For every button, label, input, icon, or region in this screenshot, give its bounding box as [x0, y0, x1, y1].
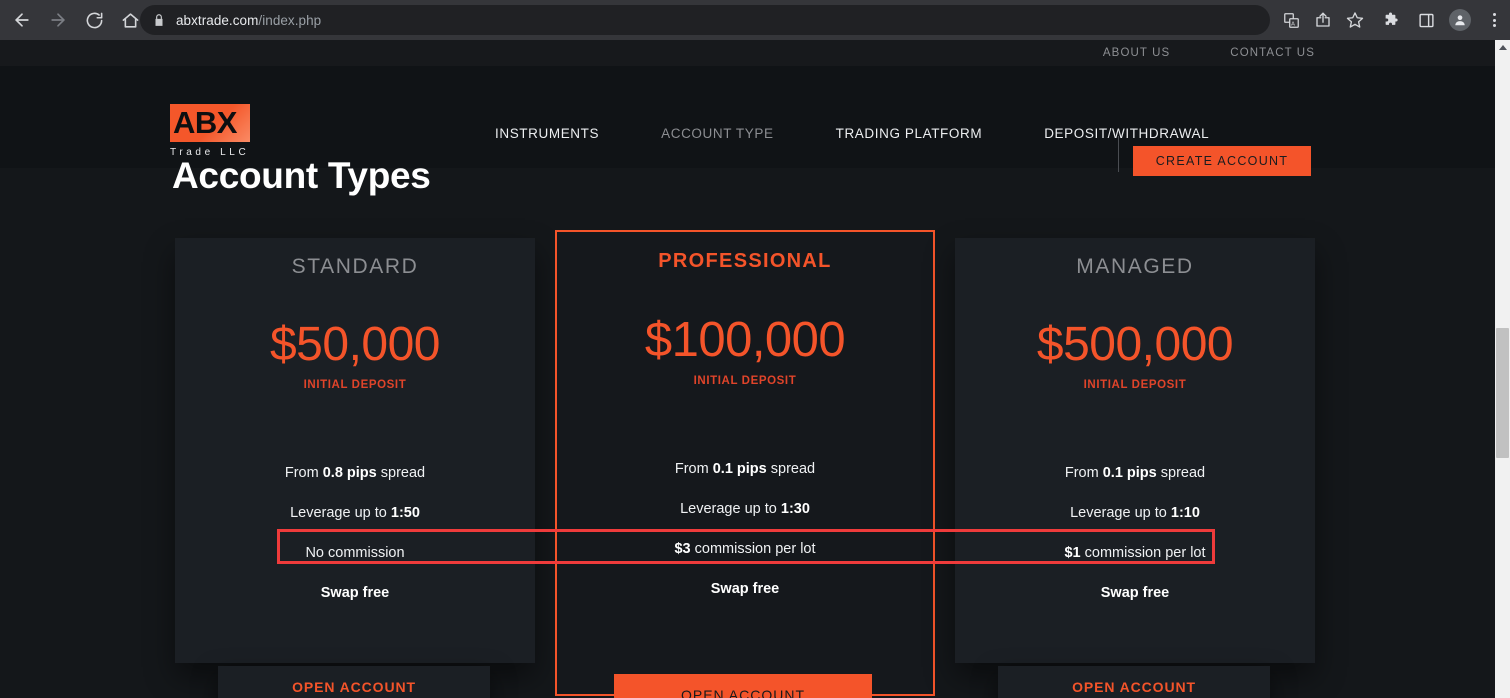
- back-button[interactable]: [4, 2, 40, 38]
- page-viewport: ABOUT US CONTACT US ABX Trade LLC INSTRU…: [0, 40, 1495, 698]
- feature-commission: $3 commission per lot: [557, 529, 933, 569]
- url-path: /index.php: [258, 12, 322, 28]
- feature-leverage: Leverage up to 1:50: [175, 493, 535, 533]
- feature-strong: 0.8 pips: [322, 465, 377, 481]
- feature-pre: No commission: [305, 545, 405, 561]
- card-title-standard: STANDARD: [291, 255, 419, 278]
- feature-spread: From 0.1 pips spread: [955, 453, 1315, 493]
- pricing-cards: STANDARD $50,000 INITIAL DEPOSIT From 0.…: [0, 40, 1495, 698]
- open-account-button-professional[interactable]: OPEN ACCOUNT: [614, 674, 872, 698]
- navigation-buttons: [0, 2, 148, 38]
- puzzle-icon: [1385, 12, 1398, 25]
- translate-icon: A: [1283, 12, 1299, 28]
- open-account-button-standard[interactable]: OPEN ACCOUNT: [218, 666, 490, 698]
- side-panel-button[interactable]: [1409, 5, 1443, 35]
- feature-leverage: Leverage up to 1:10: [955, 493, 1315, 533]
- card-price-sub-managed: INITIAL DEPOSIT: [1083, 379, 1187, 391]
- feature-strong: Swap free: [1100, 585, 1170, 601]
- feature-pre: From: [1064, 465, 1103, 481]
- card-price-professional: $100,000: [644, 313, 846, 367]
- scroll-up-button[interactable]: [1495, 40, 1510, 54]
- feature-post: commission per lot: [1080, 545, 1206, 561]
- card-price-sub-professional: INITIAL DEPOSIT: [693, 375, 797, 387]
- card-title-managed: MANAGED: [1076, 255, 1194, 278]
- pricing-card-professional: PROFESSIONAL $100,000 INITIAL DEPOSIT Fr…: [555, 230, 935, 696]
- feature-pre: Leverage up to: [1070, 505, 1171, 521]
- open-account-button-managed[interactable]: OPEN ACCOUNT: [998, 666, 1270, 698]
- feature-post: spread: [766, 461, 816, 477]
- home-icon: [122, 12, 138, 28]
- scrollbar-thumb[interactable]: [1496, 328, 1509, 458]
- feature-strong: 1:10: [1170, 505, 1200, 521]
- feature-pre: Leverage up to: [680, 501, 781, 517]
- feature-spread: From 0.1 pips spread: [557, 449, 933, 489]
- share-button[interactable]: [1307, 5, 1339, 35]
- feature-pre: Leverage up to: [290, 505, 391, 521]
- card-features-standard: From 0.8 pips spread Leverage up to 1:50…: [175, 453, 535, 613]
- three-dot-menu-icon: [1492, 13, 1496, 27]
- translate-button[interactable]: A: [1275, 5, 1307, 35]
- feature-strong: 0.1 pips: [1102, 465, 1157, 481]
- back-arrow-icon: [15, 13, 29, 27]
- feature-strong: 1:30: [780, 501, 810, 517]
- feature-commission: No commission: [175, 533, 535, 573]
- chrome-menu-button[interactable]: [1477, 5, 1510, 35]
- side-panel-icon: [1418, 13, 1434, 27]
- feature-strong: 0.1 pips: [712, 461, 767, 477]
- feature-swap: Swap free: [955, 573, 1315, 613]
- forward-button[interactable]: [40, 2, 76, 38]
- url-domain: abxtrade.com: [176, 12, 259, 28]
- omnibox-actions: A: [1275, 5, 1371, 35]
- browser-toolbar: abxtrade.com/index.php A: [0, 0, 1510, 40]
- card-features-professional: From 0.1 pips spread Leverage up to 1:30…: [557, 449, 933, 609]
- feature-leverage: Leverage up to 1:30: [557, 489, 933, 529]
- feature-strong: 1:50: [390, 505, 420, 521]
- star-icon: [1346, 12, 1364, 28]
- scroll-up-arrow-icon: [1498, 44, 1507, 50]
- feature-pre: From: [674, 461, 713, 477]
- browser-window: abxtrade.com/index.php A ABOUT US CONTAC…: [0, 0, 1510, 698]
- card-price-standard: $50,000: [269, 318, 441, 371]
- feature-spread: From 0.8 pips spread: [175, 453, 535, 493]
- pricing-card-standard: STANDARD $50,000 INITIAL DEPOSIT From 0.…: [175, 238, 535, 663]
- card-features-managed: From 0.1 pips spread Leverage up to 1:10…: [955, 453, 1315, 613]
- card-title-professional: PROFESSIONAL: [658, 250, 832, 272]
- reload-icon: [86, 12, 102, 28]
- card-price-managed: $500,000: [1036, 318, 1234, 371]
- feature-post: spread: [1156, 465, 1206, 481]
- chrome-actions: [1375, 5, 1510, 35]
- reload-button[interactable]: [76, 2, 112, 38]
- extensions-button[interactable]: [1375, 5, 1409, 35]
- forward-arrow-icon: [51, 13, 65, 27]
- pricing-card-managed: MANAGED $500,000 INITIAL DEPOSIT From 0.…: [955, 238, 1315, 663]
- card-price-sub-standard: INITIAL DEPOSIT: [303, 379, 407, 391]
- feature-commission: $1 commission per lot: [955, 533, 1315, 573]
- feature-strong: $1: [1064, 545, 1081, 561]
- profile-button[interactable]: [1443, 5, 1477, 35]
- share-icon: [1316, 12, 1330, 27]
- svg-text:A: A: [1291, 21, 1295, 27]
- profile-avatar-icon: [1449, 9, 1471, 31]
- feature-strong: Swap free: [710, 581, 780, 597]
- feature-strong: $3: [674, 541, 691, 557]
- lock-icon: [155, 14, 163, 26]
- feature-pre: From: [284, 465, 323, 481]
- feature-post: spread: [376, 465, 426, 481]
- feature-strong: Swap free: [320, 585, 390, 601]
- feature-swap: Swap free: [175, 573, 535, 613]
- page-scrollbar[interactable]: [1495, 40, 1510, 698]
- feature-post: commission per lot: [690, 541, 816, 557]
- address-bar[interactable]: abxtrade.com/index.php: [140, 5, 1270, 35]
- feature-swap: Swap free: [557, 569, 933, 609]
- url-text: abxtrade.com/index.php: [176, 13, 321, 28]
- bookmark-button[interactable]: [1339, 5, 1371, 35]
